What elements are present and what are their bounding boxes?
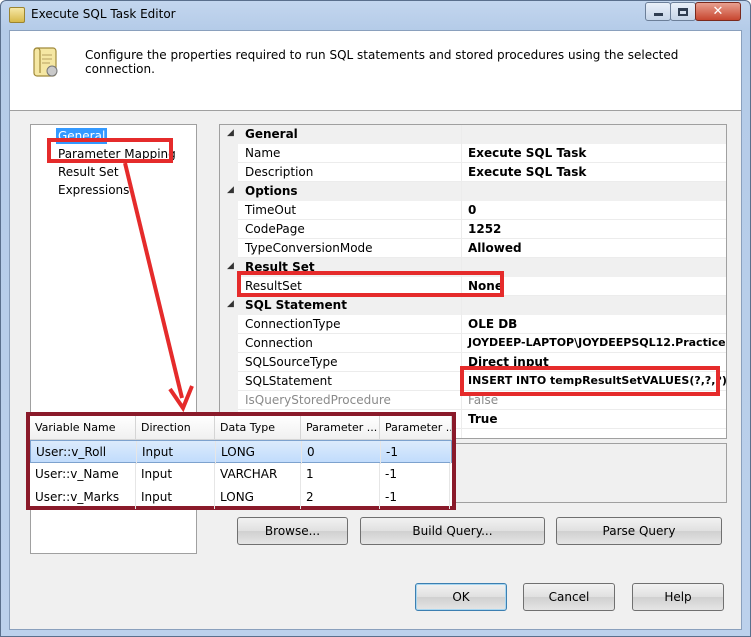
property-value[interactable]: True [468,412,497,426]
minimize-icon [653,13,663,16]
property-row-connection[interactable]: Connection JOYDEEP-LAPTOP\JOYDEEPSQL12.P… [220,334,726,353]
category-options[interactable]: ◢ Options [220,182,726,201]
script-scroll-icon [33,47,58,77]
title-bar: Execute SQL Task Editor ✕ [1,1,750,29]
property-value[interactable]: 1252 [468,222,501,236]
property-name: ConnectionType [245,317,341,331]
property-value[interactable]: JOYDEEP-LAPTOP\JOYDEEPSQL12.PracticeDB [468,336,726,349]
maximize-icon [678,7,688,16]
column-header-variable-name[interactable]: Variable Name [30,416,136,440]
category-general[interactable]: ◢ General [220,125,726,144]
minimize-button[interactable] [645,2,671,21]
table-row[interactable]: User::v_Name Input VARCHAR 1 -1 [30,463,452,486]
property-row-name[interactable]: Name Execute SQL Task [220,144,726,163]
cell-variable-name[interactable]: User::v_Marks [30,486,136,509]
build-query-button[interactable]: Build Query... [360,517,545,545]
column-header-parameter-name[interactable]: Parameter ... [301,416,380,440]
cell-parameter-name[interactable]: 0 [302,441,381,464]
cell-variable-name[interactable]: User::v_Roll [31,441,137,464]
cell-variable-name[interactable]: User::v_Name [30,463,136,486]
resultset-highlight [237,271,504,297]
cell-direction[interactable]: Input [136,486,215,509]
property-value[interactable]: Allowed [468,241,522,255]
cell-data-type[interactable]: LONG [216,441,302,464]
property-name: TimeOut [245,203,297,217]
property-name: IsQueryStoredProcedure [245,393,391,407]
collapse-icon[interactable]: ◢ [227,128,234,138]
close-button[interactable]: ✕ [695,2,741,21]
category-sql-statement[interactable]: ◢ SQL Statement [220,296,726,315]
window-title: Execute SQL Task Editor [31,7,176,21]
execute-sql-task-editor-window: Execute SQL Task Editor ✕ Configure the … [0,0,751,637]
help-button[interactable]: Help [632,583,724,611]
cell-data-type[interactable]: VARCHAR [215,463,301,486]
cell-parameter-name[interactable]: 2 [301,486,380,509]
cell-parameter-size[interactable]: -1 [380,463,450,486]
ok-button[interactable]: OK [415,583,507,611]
table-row[interactable]: User::v_Roll Input LONG 0 -1 [30,440,452,464]
column-header-data-type[interactable]: Data Type [215,416,301,440]
browse-button[interactable]: Browse... [237,517,348,545]
column-header-direction[interactable]: Direction [136,416,215,440]
property-value[interactable]: Execute SQL Task [468,165,586,179]
sqlstatement-highlight [460,366,720,396]
property-row-typeconversionmode[interactable]: TypeConversionMode Allowed [220,239,726,258]
property-name: SQLStatement [245,374,332,388]
property-name: CodePage [245,222,305,236]
cell-parameter-size[interactable]: -1 [380,486,450,509]
nav-item-expressions[interactable]: Expressions [56,182,131,198]
table-header: Variable Name Direction Data Type Parame… [30,416,452,440]
cell-parameter-name[interactable]: 1 [301,463,380,486]
property-name: SQLSourceType [245,355,338,369]
table-row[interactable]: User::v_Marks Input LONG 2 -1 [30,486,452,509]
column-header-parameter-size[interactable]: Parameter ... [380,416,452,440]
nav-item-result-set[interactable]: Result Set [56,164,121,180]
close-icon: ✕ [712,4,724,19]
property-value[interactable]: Execute SQL Task [468,146,586,160]
maximize-button[interactable] [670,2,696,21]
dialog-client-area: Configure the properties required to run… [9,30,742,630]
collapse-icon[interactable]: ◢ [227,185,234,195]
collapse-icon[interactable]: ◢ [227,261,234,271]
cell-parameter-size[interactable]: -1 [381,441,451,464]
cell-direction[interactable]: Input [137,441,216,464]
header-description: Configure the properties required to run… [85,48,679,76]
cancel-button[interactable]: Cancel [523,583,615,611]
collapse-icon[interactable]: ◢ [227,299,234,309]
dialog-header: Configure the properties required to run… [10,31,741,111]
property-name: Description [245,165,314,179]
property-name: Connection [245,336,313,350]
property-name: Name [245,146,281,160]
property-row-connectiontype[interactable]: ConnectionType OLE DB [220,315,726,334]
property-value[interactable]: OLE DB [468,317,517,331]
category-label: SQL Statement [245,298,347,312]
parameter-mapping-highlight [47,138,173,163]
parameter-mapping-table: Variable Name Direction Data Type Parame… [26,412,456,510]
property-name: TypeConversionMode [245,241,373,255]
scroll-icon [9,7,25,23]
property-row-timeout[interactable]: TimeOut 0 [220,201,726,220]
cell-data-type[interactable]: LONG [215,486,301,509]
parse-query-button[interactable]: Parse Query [556,517,722,545]
category-label: General [245,127,298,141]
property-row-codepage[interactable]: CodePage 1252 [220,220,726,239]
cell-direction[interactable]: Input [136,463,215,486]
property-row-description[interactable]: Description Execute SQL Task [220,163,726,182]
category-label: Options [245,184,298,198]
property-value[interactable]: 0 [468,203,476,217]
